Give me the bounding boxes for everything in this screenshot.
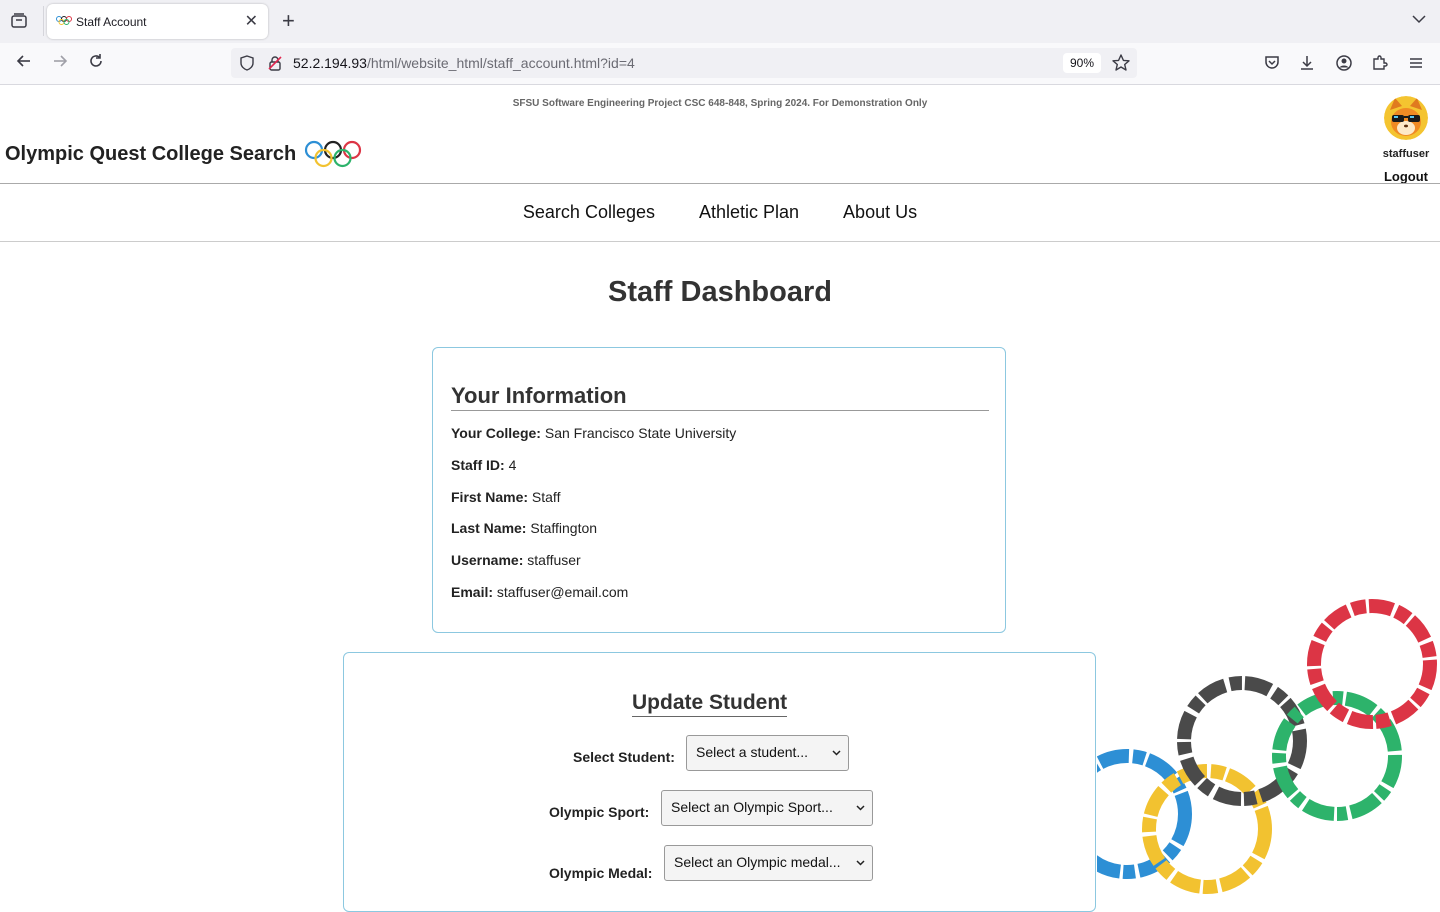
tab-list-chevron-icon[interactable] xyxy=(1410,10,1428,28)
user-avatar[interactable] xyxy=(1384,96,1428,140)
info-label: Last Name: xyxy=(451,520,527,536)
student-select[interactable]: Select a student... xyxy=(686,735,849,771)
olympic-medal-select[interactable]: Select an Olympic medal... xyxy=(664,845,873,881)
browser-tab-staff-account[interactable]: Staff Account ✕ xyxy=(47,4,268,39)
sport-select-value: Select an Olympic Sport... xyxy=(671,799,833,815)
close-tab-icon[interactable]: ✕ xyxy=(245,11,258,31)
nav-athletic-plan[interactable]: Athletic Plan xyxy=(699,202,799,223)
info-row-staff-id: Staff ID: 4 xyxy=(451,457,516,473)
select-student-label: Select Student: xyxy=(573,749,675,765)
olympic-sport-select[interactable]: Select an Olympic Sport... xyxy=(661,790,873,826)
url-text[interactable]: 52.2.194.93/html/website_html/staff_acco… xyxy=(293,55,635,71)
info-row-college: Your College: San Francisco State Univer… xyxy=(451,425,736,441)
main-nav: Search Colleges Athletic Plan About Us xyxy=(0,184,1440,242)
page-title: Staff Dashboard xyxy=(608,276,832,308)
info-value: Staffington xyxy=(530,520,598,536)
medal-select-value: Select an Olympic medal... xyxy=(674,854,841,870)
hamburger-menu-icon[interactable] xyxy=(1407,54,1425,72)
info-value: staffuser xyxy=(527,552,581,568)
tab-title: Staff Account xyxy=(76,15,147,29)
tab-overview-icon[interactable] xyxy=(10,12,30,32)
url-bar[interactable]: 52.2.194.93/html/website_html/staff_acco… xyxy=(231,48,1137,78)
info-label: First Name: xyxy=(451,489,529,505)
url-host: 52.2.194.93 xyxy=(293,55,367,71)
shield-icon[interactable] xyxy=(239,55,255,71)
extensions-puzzle-icon[interactable] xyxy=(1371,54,1389,72)
reload-icon[interactable] xyxy=(85,52,107,74)
info-label: Staff ID: xyxy=(451,457,505,473)
download-icon[interactable] xyxy=(1298,54,1316,72)
chevron-down-icon xyxy=(856,860,865,866)
info-heading: Your Information xyxy=(451,383,989,411)
olympic-rings-favicon-icon xyxy=(56,16,72,25)
info-row-username: Username: staffuser xyxy=(451,552,581,568)
zoom-level-badge[interactable]: 90% xyxy=(1063,53,1101,73)
info-value: 4 xyxy=(508,457,517,473)
new-tab-icon[interactable]: + xyxy=(282,8,295,34)
account-icon[interactable] xyxy=(1335,54,1353,72)
info-label: Username: xyxy=(451,552,524,568)
update-student-card: Update Student Select Student: Select a … xyxy=(343,652,1096,912)
info-row-first-name: First Name: Staff xyxy=(451,489,560,505)
student-select-value: Select a student... xyxy=(696,744,809,760)
browser-nav-bar: 52.2.194.93/html/website_html/staff_acco… xyxy=(0,43,1440,85)
olympic-medal-label: Olympic Medal: xyxy=(549,865,653,881)
logout-link[interactable]: Logout xyxy=(1366,169,1440,184)
info-row-last-name: Last Name: Staffington xyxy=(451,520,597,536)
demo-banner: SFSU Software Engineering Project CSC 64… xyxy=(512,98,928,109)
olympic-rings-logo-icon xyxy=(304,140,362,168)
browser-tab-bar: Staff Account ✕ + xyxy=(0,0,1440,43)
olympic-sport-label: Olympic Sport: xyxy=(549,804,650,820)
info-row-email: Email: staffuser@email.com xyxy=(451,584,628,600)
info-value: staffuser@email.com xyxy=(496,584,629,600)
update-heading: Update Student xyxy=(632,691,788,717)
url-path: /html/website_html/staff_account.html?id… xyxy=(366,55,635,71)
info-label: Your College: xyxy=(451,425,541,441)
chevron-down-icon xyxy=(856,805,865,811)
insecure-lock-icon[interactable] xyxy=(267,55,283,71)
tab-separator xyxy=(43,6,44,36)
site-title[interactable]: Olympic Quest College Search xyxy=(5,143,296,166)
bookmark-star-icon[interactable] xyxy=(1111,53,1131,73)
back-arrow-icon[interactable] xyxy=(13,52,35,74)
chevron-down-icon xyxy=(832,750,841,756)
decorative-olympic-rings-icon xyxy=(1097,599,1437,894)
info-value: San Francisco State University xyxy=(544,425,737,441)
nav-search-colleges[interactable]: Search Colleges xyxy=(523,202,655,223)
forward-arrow-icon[interactable] xyxy=(49,52,71,74)
info-label: Email: xyxy=(451,584,494,600)
your-information-card: Your Information Your College: San Franc… xyxy=(432,347,1006,633)
account-username: staffuser xyxy=(1382,148,1430,160)
info-value: Staff xyxy=(531,489,561,505)
nav-about-us[interactable]: About Us xyxy=(843,202,917,223)
pocket-icon[interactable] xyxy=(1263,54,1281,72)
